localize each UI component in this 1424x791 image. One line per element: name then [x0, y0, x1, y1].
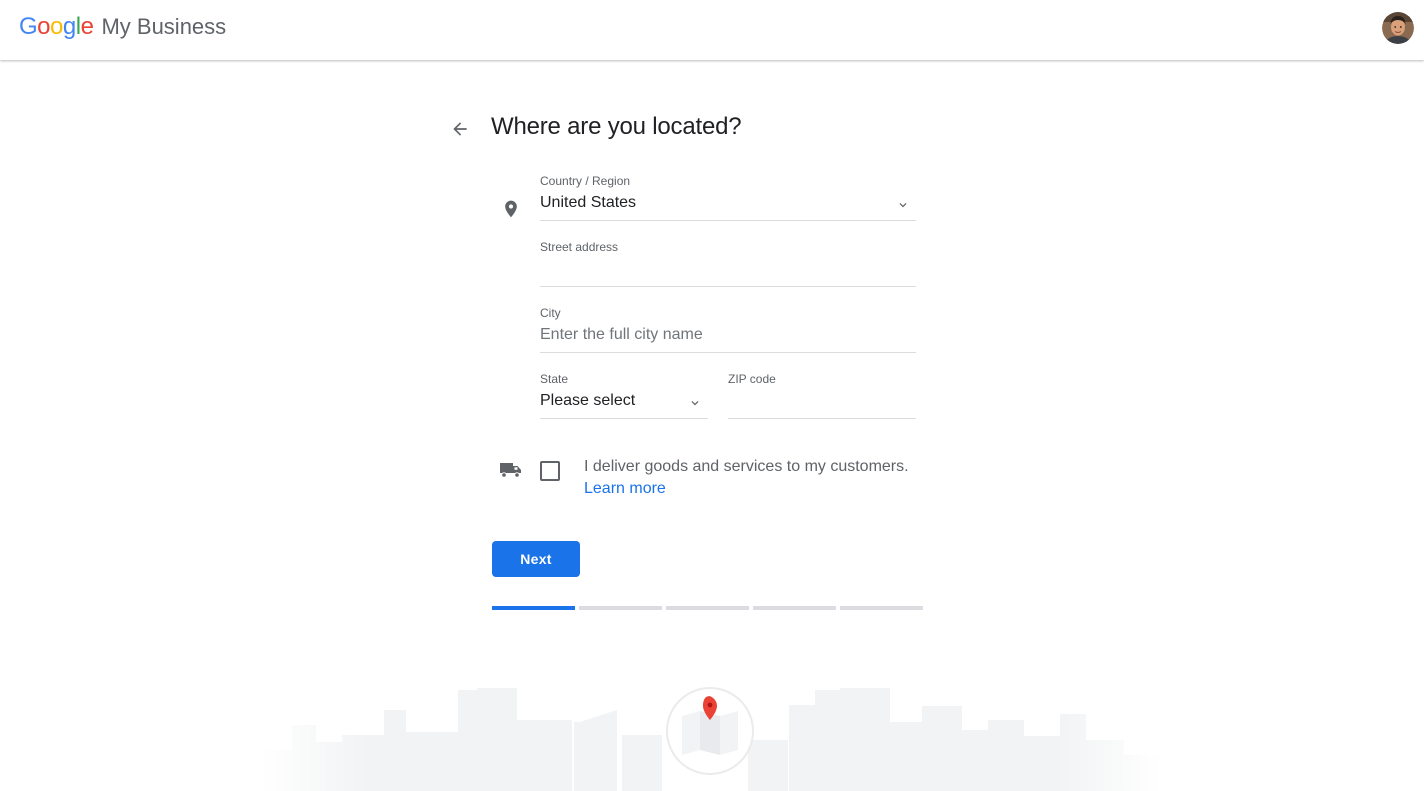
progress-step	[840, 606, 923, 610]
progress-step	[579, 606, 662, 610]
logo-letter: G	[19, 13, 38, 40]
avatar-image	[1382, 12, 1414, 44]
country-value: United States	[540, 194, 637, 211]
progress-step	[753, 606, 836, 610]
country-label: Country / Region	[540, 174, 631, 188]
delivery-checkbox[interactable]	[540, 461, 560, 481]
back-button[interactable]	[446, 115, 474, 143]
user-avatar[interactable]	[1382, 12, 1414, 44]
arrow-left-icon	[453, 122, 467, 136]
zip-code-label: ZIP code	[728, 372, 776, 386]
state-label: State	[540, 372, 569, 386]
step-progress	[492, 606, 923, 610]
city-field[interactable]: City Enter the full city name	[540, 306, 916, 353]
zip-code-field[interactable]: ZIP code	[728, 372, 916, 419]
street-address-label: Street address	[540, 240, 619, 254]
progress-step	[666, 606, 749, 610]
logo-letter: o	[50, 13, 63, 40]
learn-more-link[interactable]: Learn more	[584, 480, 666, 498]
chevron-down-icon	[691, 401, 699, 406]
main-content: Where are you located? Country / Region …	[0, 60, 1424, 791]
chevron-down-icon	[899, 203, 907, 208]
map-circle	[666, 687, 754, 775]
delivery-text: I deliver goods and services to my custo…	[584, 458, 909, 475]
country-select[interactable]: Country / Region United States	[540, 174, 916, 221]
logo-letter: g	[62, 13, 76, 40]
top-app-bar: Google My Business	[0, 0, 1424, 60]
street-address-field[interactable]: Street address	[540, 240, 916, 287]
page-title: Where are you located?	[491, 113, 742, 140]
logo-letter: o	[37, 13, 51, 40]
product-name: My Business	[101, 14, 227, 39]
truck-icon	[500, 463, 521, 478]
state-value: Please select	[540, 392, 636, 409]
city-placeholder: Enter the full city name	[540, 326, 703, 343]
next-button[interactable]: Next	[492, 541, 580, 577]
state-select[interactable]: State Please select	[540, 372, 708, 419]
progress-step	[492, 606, 575, 610]
city-skyline-illustration	[262, 680, 1162, 791]
google-logo: Google	[19, 13, 94, 41]
logo-letter: e	[80, 13, 94, 40]
brand-logo[interactable]: Google My Business	[19, 13, 226, 43]
map-pin-icon	[505, 200, 517, 218]
city-label: City	[540, 306, 561, 320]
